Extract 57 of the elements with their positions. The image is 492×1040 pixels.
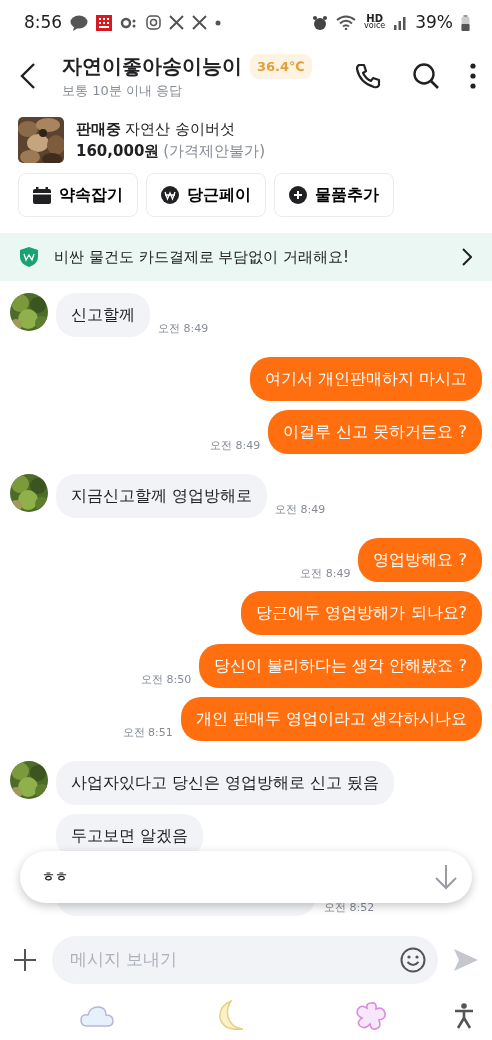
- battery-percent: 39%: [415, 10, 453, 34]
- chat-bubble-icon: [70, 14, 89, 31]
- camera-icon: [146, 15, 162, 30]
- signal-icon: [393, 15, 408, 30]
- x-mark-icon: [169, 15, 185, 30]
- message-time: 오전 8:49: [300, 565, 351, 582]
- banner-text: 비싼 물건도 카드결제로 부담없이 거래해요!: [54, 246, 350, 268]
- chevron-right-icon: [462, 248, 472, 266]
- plus-circle-icon: [289, 186, 307, 204]
- wifi-icon: [336, 15, 357, 30]
- app-icon: [96, 14, 113, 31]
- message-bubble: 당신이 불리하다는 생각 안해봤죠 ?: [199, 644, 482, 688]
- message-bubble: 개인 판매두 영업이라고 생각하시나요: [180, 697, 482, 741]
- arrow-down-icon: [434, 864, 458, 890]
- preview-text: ㅎㅎ: [42, 868, 68, 887]
- emoji-icon[interactable]: [400, 947, 426, 973]
- chat-partner-name: 자연이좋아송이능이: [62, 53, 242, 81]
- back-icon[interactable]: [20, 62, 36, 90]
- price-note: (가격제안불가): [163, 141, 266, 162]
- dot-icon: [215, 19, 222, 26]
- action-button[interactable]: 약속잡기: [18, 173, 138, 217]
- promo-banner[interactable]: 비싼 물건도 카드결제로 부담없이 거래해요!: [0, 233, 492, 281]
- message-bubble: 지금신고할께 영업방해로: [56, 474, 268, 518]
- message-bubble: 이걸루 신고 못하거든요 ?: [268, 410, 482, 454]
- message-time: 오전 8:49: [210, 437, 261, 454]
- message-bubble: 사업자있다고 당신은 영업방해로 신고 됬음: [56, 761, 395, 805]
- status-time: 8:56: [24, 10, 63, 34]
- search-icon[interactable]: [412, 62, 440, 90]
- message-bubble: 당근에두 영업방해가 되나요?: [241, 591, 482, 635]
- product-name: 자연산 송이버섯: [125, 118, 235, 140]
- message-time: 오전 8:49: [275, 501, 326, 518]
- message-bubble: 신고할께: [56, 293, 150, 337]
- message-time: 오전 8:51: [122, 724, 173, 741]
- plus-icon[interactable]: [14, 949, 36, 971]
- network-label: HD: [366, 15, 383, 24]
- calendar-icon: [33, 186, 51, 204]
- sale-status: 판매중: [76, 118, 121, 140]
- product-price: 160,000원: [76, 141, 160, 162]
- more-icon[interactable]: [470, 63, 476, 89]
- phone-icon[interactable]: [354, 62, 382, 90]
- shield-icon: [20, 247, 38, 267]
- x-mark-icon: [192, 15, 208, 30]
- accessibility-icon[interactable]: [454, 1002, 474, 1029]
- message-time: 오전 8:50: [140, 671, 192, 688]
- won-icon: [161, 186, 179, 204]
- message-input[interactable]: 메시지 보내기: [68, 946, 400, 974]
- action-button[interactable]: 당근페이: [146, 173, 266, 217]
- network-sublabel: voice: [364, 23, 386, 30]
- battery-icon: [461, 14, 470, 31]
- action-button[interactable]: 물품추가: [274, 173, 394, 217]
- message-time: 오전 8:49: [158, 320, 209, 337]
- response-time: 보통 10분 이내 응답: [62, 82, 183, 101]
- message-field[interactable]: 메시지 보내기: [52, 936, 438, 984]
- message-bubble: 여기서 개인판매하지 마시고: [249, 357, 482, 401]
- new-message-popup[interactable]: ㅎㅎ: [20, 851, 472, 903]
- message-bubble: 영업방해요 ?: [358, 538, 482, 582]
- temperature-badge: 36.4℃: [250, 53, 312, 79]
